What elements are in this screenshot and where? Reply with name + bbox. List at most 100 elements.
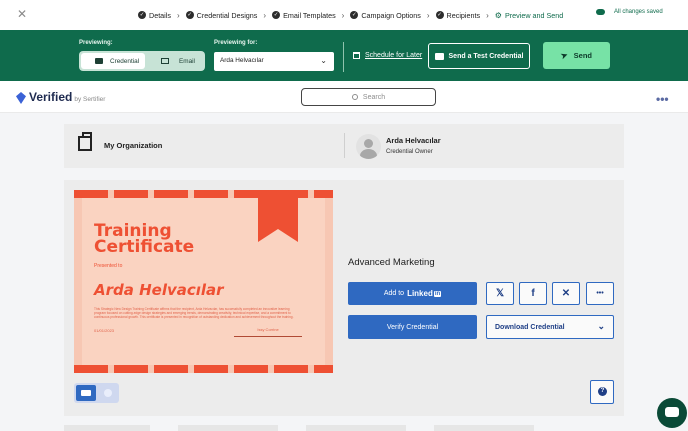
brand-name: Verified: [29, 90, 73, 104]
card-placeholder: [434, 425, 534, 431]
certificate-title-line2: Certificate: [94, 237, 195, 257]
x-icon: 𝕏: [495, 288, 505, 299]
divider: [344, 133, 345, 158]
owner-name: Arda Helvacılar: [386, 136, 441, 145]
badge-view-icon[interactable]: [104, 389, 112, 397]
avatar: [356, 134, 381, 159]
linkedin-icon: in: [433, 290, 442, 297]
more-icon: •••: [596, 290, 604, 297]
mail-icon: [161, 58, 169, 64]
more-menu-icon[interactable]: •••: [656, 92, 669, 106]
share-more-button[interactable]: •••: [586, 282, 614, 305]
search-placeholder: Search: [362, 93, 386, 101]
send-test-label: Send a Test Credential: [448, 52, 524, 60]
facebook-icon: f: [531, 288, 535, 299]
preview-email-option[interactable]: Email: [161, 53, 195, 69]
view-toggle: [74, 383, 119, 403]
chevron-right-icon: ›: [176, 10, 180, 20]
step-label: Campaign Options: [361, 10, 421, 20]
send-test-button[interactable]: Send a Test Credential: [428, 43, 530, 69]
step-preview-and-send[interactable]: ⚙ Preview and Send: [495, 11, 564, 20]
xing-icon: ✕: [561, 288, 571, 299]
chevron-down-icon: ⌄: [597, 321, 605, 331]
download-credential-dropdown[interactable]: Download Credential ⌄: [486, 315, 614, 339]
step-label: Email Templates: [283, 10, 336, 20]
help-icon[interactable]: [590, 380, 614, 404]
search-input[interactable]: Search: [301, 88, 436, 106]
gear-icon: ⚙: [494, 10, 502, 20]
step-label: Credential Designs: [196, 10, 258, 20]
certificate-view-icon[interactable]: [76, 385, 96, 401]
chat-bubble-icon[interactable]: [657, 398, 687, 428]
organization-name: My Organization: [104, 141, 163, 150]
certificate-border-bottom: [74, 365, 333, 373]
presented-to: Presented to: [94, 263, 123, 269]
issuer-owner-bar: My Organization Arda Helvacılar Credenti…: [64, 124, 624, 168]
certificate-title: Training Certificate: [94, 223, 195, 257]
chevron-right-icon: ›: [341, 10, 345, 20]
linkedin-word: Linked: [407, 289, 433, 298]
step-list: ✓ Details › ✓ Credential Designs › ✓ Ema…: [138, 0, 563, 30]
step-label: Preview and Send: [504, 10, 564, 20]
step-campaign-options[interactable]: ✓ Campaign Options ›: [350, 11, 435, 20]
share-facebook-button[interactable]: f: [519, 282, 547, 305]
schedule-label: Schedule for Later: [365, 52, 423, 59]
credential-icon: [95, 58, 103, 64]
previewing-label: Previewing:: [79, 40, 113, 46]
verify-label: Verify Credential: [386, 323, 439, 331]
chevron-right-icon: ›: [426, 10, 430, 20]
certificate-recipient: Arda Helvacılar: [94, 281, 224, 299]
preview-mode-toggle: Credential Email: [79, 51, 205, 71]
share-x-button[interactable]: 𝕏: [486, 282, 514, 305]
card-placeholder: [306, 425, 406, 431]
step-label: Recipients: [446, 10, 481, 20]
certificate-date: 01/01/2023: [94, 328, 115, 333]
credential-send-icon: [434, 52, 444, 60]
close-icon[interactable]: ✕: [17, 7, 27, 21]
cloud-icon: [596, 9, 605, 15]
recipient-select[interactable]: Arda Helvacılar ⌄: [214, 52, 334, 71]
building-icon: [78, 132, 92, 151]
step-recipients[interactable]: ✓ Recipients ›: [435, 10, 495, 20]
organization[interactable]: My Organization: [78, 132, 163, 153]
certificate-body: This Strategic New Design Training Certi…: [94, 307, 294, 320]
save-status-text: All changes saved: [614, 9, 663, 15]
verified-header: Verified by Sertifier Search •••: [0, 81, 688, 113]
paper-plane-icon: ➤: [559, 50, 570, 61]
step-label: Details: [149, 10, 171, 20]
recipient-value: Arda Helvacılar: [220, 57, 264, 64]
search-icon: [351, 94, 358, 100]
chevron-right-icon: ›: [263, 10, 267, 20]
check-icon: ✓: [272, 11, 281, 19]
check-icon: ✓: [185, 11, 194, 19]
verify-credential-button[interactable]: Verify Credential: [348, 315, 477, 339]
owner-role: Credential Owner: [386, 149, 433, 155]
credential-title: Advanced Marketing: [348, 257, 435, 268]
add-to-linkedin-button[interactable]: Add to Linked in: [348, 282, 477, 305]
send-label: Send: [573, 51, 593, 60]
brand-byline: by Sertifier: [74, 96, 106, 103]
certificate-signature: Issy Corrine: [234, 327, 302, 337]
chevron-down-icon: ⌄: [320, 56, 327, 65]
previewing-for-label: Previewing for:: [214, 40, 258, 46]
download-label: Download Credential: [495, 324, 565, 331]
steps-bar: ✕ ✓ Details › ✓ Credential Designs › ✓ E…: [0, 0, 688, 30]
card-placeholder: [64, 425, 150, 431]
check-icon: ✓: [138, 11, 146, 19]
check-icon: ✓: [350, 11, 359, 19]
step-email-templates[interactable]: ✓ Email Templates ›: [272, 11, 350, 20]
check-icon: ✓: [435, 11, 444, 19]
schedule-later-link[interactable]: Schedule for Later: [353, 52, 422, 59]
save-status: All changes saved: [596, 9, 663, 15]
linkedin-prefix: Add to: [383, 290, 405, 297]
chevron-right-icon: ›: [486, 10, 489, 20]
preview-credential-option[interactable]: Credential: [81, 53, 145, 69]
card-placeholder: [178, 425, 278, 431]
share-xing-button[interactable]: ✕: [552, 282, 580, 305]
calendar-icon: [353, 52, 360, 59]
step-credential-designs[interactable]: ✓ Credential Designs ›: [185, 10, 272, 20]
send-button[interactable]: ➤ Send: [543, 42, 610, 69]
step-details[interactable]: ✓ Details ›: [138, 11, 186, 20]
certificate-preview[interactable]: Training Certificate Presented to Arda H…: [74, 190, 333, 373]
verified-logo[interactable]: Verified by Sertifier: [16, 90, 105, 104]
